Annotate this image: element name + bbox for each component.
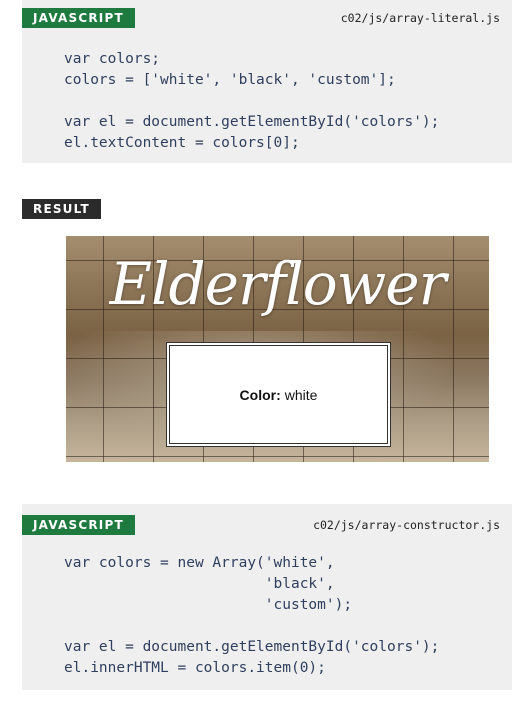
javascript-tag: JAVASCRIPT: [22, 8, 135, 28]
javascript-tag: JAVASCRIPT: [22, 515, 135, 535]
filename-label: c02/js/array-constructor.js: [313, 518, 500, 532]
filename-label: c02/js/array-literal.js: [340, 11, 500, 25]
brand-title: Elderflower: [109, 250, 447, 318]
result-preview: Elderflower Color: white: [66, 236, 489, 462]
color-label: Color:: [239, 386, 281, 403]
code-panel-array-literal: JAVASCRIPT c02/js/array-literal.js var c…: [22, 0, 512, 163]
color-output-box: Color: white: [169, 345, 388, 444]
color-value: white: [284, 386, 318, 403]
code-block: var colors = new Array('white', 'black',…: [64, 555, 440, 676]
result-tag: RESULT: [22, 199, 101, 219]
code-panel-array-constructor: JAVASCRIPT c02/js/array-constructor.js v…: [22, 504, 512, 690]
code-block: var colors; colors = ['white', 'black', …: [64, 51, 440, 151]
